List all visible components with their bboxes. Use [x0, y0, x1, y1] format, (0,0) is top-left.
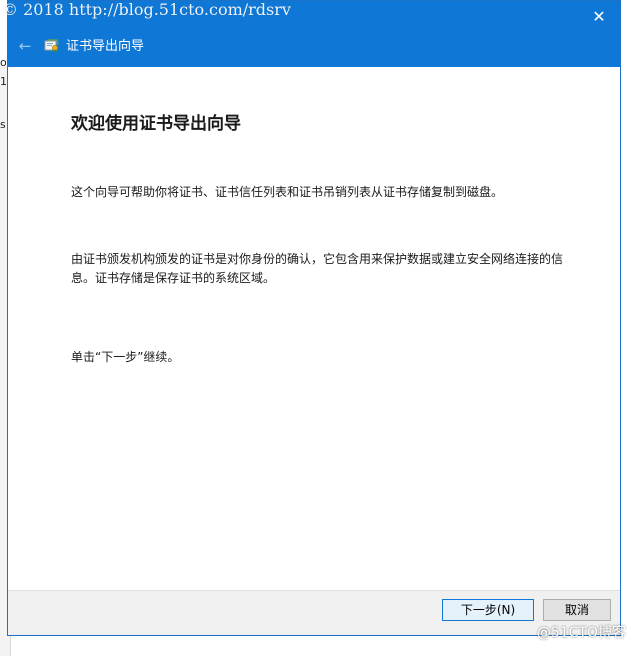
intro-paragraph: 这个向导可帮助你将证书、证书信任列表和证书吊销列表从证书存储复制到磁盘。 [71, 185, 504, 199]
page-heading: 欢迎使用证书导出向导 [71, 114, 241, 134]
background-char: o [0, 56, 7, 69]
window-title: 证书导出向导 [66, 39, 145, 54]
certificate-export-wizard-dialog: ✕ ← 证书导出向导 欢迎使用证书导出向导 这个向导可帮助你将证书、证书信任列表… [7, 0, 621, 636]
watermark-brand: @51CTO博客 [536, 625, 626, 641]
continue-instruction: 单击“下一步”继续。 [71, 350, 180, 364]
background-char: s [0, 118, 6, 131]
watermark-url: © 2018 http://blog.51cto.com/rdsrv [2, 0, 291, 19]
back-arrow-icon[interactable]: ← [16, 37, 34, 55]
close-icon: ✕ [592, 6, 606, 26]
close-button[interactable]: ✕ [586, 5, 612, 27]
next-button[interactable]: 下一步(N) [442, 599, 534, 621]
wizard-content: 欢迎使用证书导出向导 这个向导可帮助你将证书、证书信任列表和证书吊销列表从证书存… [8, 67, 620, 593]
description-paragraph: 由证书颁发机构颁发的证书是对你身份的确认，它包含用来保护数据或建立安全网络连接的… [71, 252, 564, 285]
button-bar: 下一步(N) 取消 [8, 590, 620, 635]
cancel-button[interactable]: 取消 [543, 599, 611, 621]
certificate-icon [44, 39, 59, 53]
